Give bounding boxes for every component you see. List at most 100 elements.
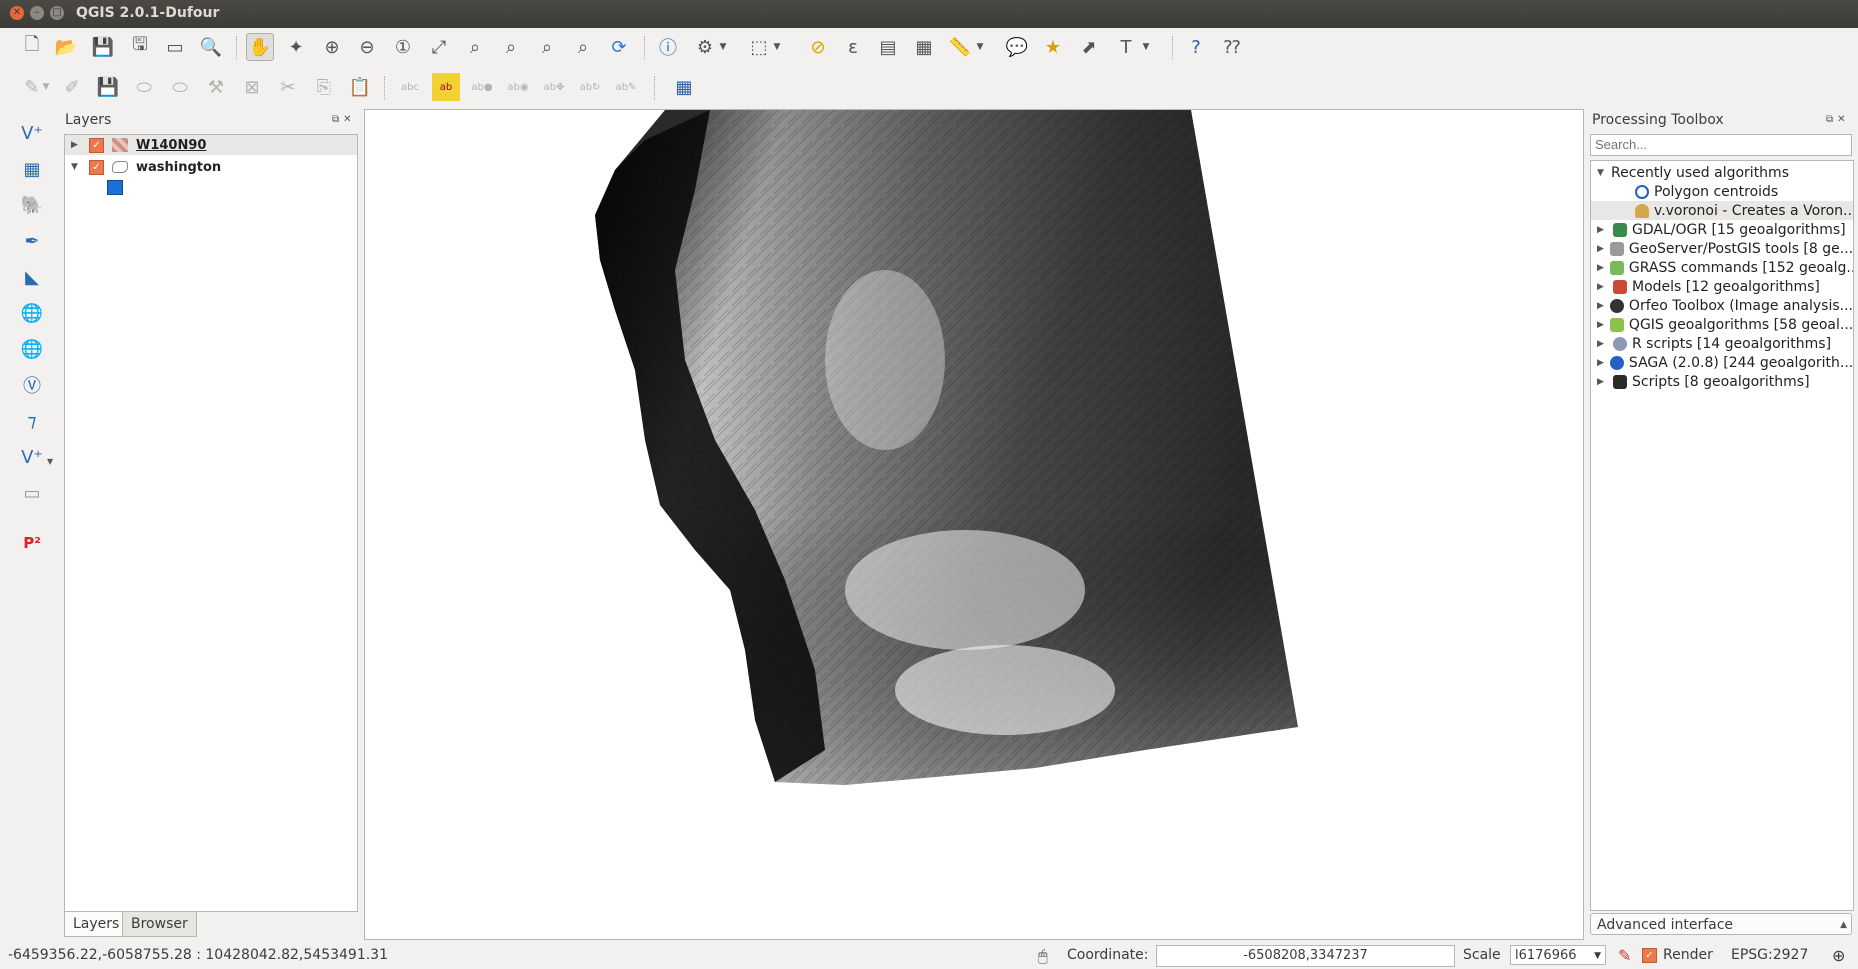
minimize-window-button[interactable]: – xyxy=(30,6,44,20)
identify-features-icon[interactable]: ⓘ xyxy=(654,33,682,61)
add-mssql-layer-icon[interactable]: ◣ xyxy=(16,262,48,292)
select-features-icon[interactable]: ⬚ xyxy=(745,33,773,61)
new-project-icon[interactable]: 🗋 xyxy=(18,33,46,61)
tree-item-gdal[interactable]: ▶ GDAL/OGR [15 geoalgorithms] xyxy=(1591,220,1853,239)
close-window-button[interactable]: ✕ xyxy=(10,6,24,20)
copy-features-icon[interactable]: ⎘ xyxy=(310,73,338,101)
field-calculator-icon[interactable]: ε xyxy=(839,33,867,61)
add-postgis-layer-icon[interactable]: 🐘 xyxy=(16,190,48,220)
new-print-composer-icon[interactable]: ▭ xyxy=(161,33,189,61)
refresh-icon[interactable]: ⟳ xyxy=(605,33,633,61)
new-bookmark-icon[interactable]: ★ xyxy=(1039,33,1067,61)
layer-labeling-icon[interactable]: abc xyxy=(396,73,424,101)
collapse-arrow-icon[interactable]: ▼ xyxy=(71,162,81,172)
tree-item-polygon-centroids[interactable]: Polygon centroids xyxy=(1591,182,1853,201)
composer-manager-icon[interactable]: 🔍 xyxy=(197,33,225,61)
tree-item-qgis[interactable]: ▶ QGIS geoalgorithms [58 geoal... xyxy=(1591,315,1853,334)
layer-visibility-checkbox[interactable]: ✓ xyxy=(89,159,104,175)
layers-tree[interactable]: ▶ ✓ W140N90 ▼ ✓ washington xyxy=(64,134,358,912)
add-feature-icon[interactable]: ⬭ xyxy=(130,73,158,101)
select-dropdown-icon[interactable]: ▼ xyxy=(771,33,783,61)
plugin-p2-icon[interactable]: P² xyxy=(16,528,48,558)
projection-globe-icon[interactable]: ⊕ xyxy=(1832,946,1845,965)
highlight-labels-icon[interactable]: ab xyxy=(432,73,460,101)
measure-line-icon[interactable]: 📏 xyxy=(946,33,974,61)
node-tool-icon[interactable]: ⚒ xyxy=(202,73,230,101)
zoom-full-icon[interactable]: ⤢ xyxy=(425,33,453,61)
current-edits-icon[interactable]: ✐ xyxy=(58,73,86,101)
layer-row-w140n90[interactable]: ▶ ✓ W140N90 xyxy=(65,135,357,155)
new-shapefile-layer-icon[interactable]: V⁺ xyxy=(16,442,48,472)
move-feature-icon[interactable]: ⬭ xyxy=(166,73,194,101)
delete-selected-icon[interactable]: ⊠ xyxy=(238,73,266,101)
tree-item-saga[interactable]: ▶ SAGA (2.0.8) [244 geoalgorith... xyxy=(1591,353,1853,372)
layer-symbol-swatch[interactable] xyxy=(107,180,123,195)
stop-render-icon[interactable]: ✎ xyxy=(1618,946,1631,965)
add-delimited-text-layer-icon[interactable]: ⁊ xyxy=(16,406,48,436)
show-hide-labels-icon[interactable]: ab◉ xyxy=(504,73,532,101)
expand-arrow-icon[interactable]: ▶ xyxy=(1597,301,1604,311)
tree-item-grass[interactable]: ▶ GRASS commands [152 geoalg... xyxy=(1591,258,1853,277)
tree-item-geoserver[interactable]: ▶ GeoServer/PostGIS tools [8 ge... xyxy=(1591,239,1853,258)
add-wcs-layer-icon[interactable]: 🌐 xyxy=(16,334,48,364)
help-contents-icon[interactable]: ? xyxy=(1182,33,1210,61)
save-project-icon[interactable]: 💾 xyxy=(89,33,117,61)
expand-arrow-icon[interactable]: ▶ xyxy=(71,140,81,150)
layer-row-washington[interactable]: ▼ ✓ washington xyxy=(65,157,357,177)
open-project-icon[interactable]: 📂 xyxy=(52,33,80,61)
cut-features-icon[interactable]: ✂ xyxy=(274,73,302,101)
pan-to-selection-icon[interactable]: ✦ xyxy=(282,33,310,61)
layers-dock-buttons[interactable]: ⧉✕ xyxy=(332,114,356,125)
change-label-icon[interactable]: ab✎ xyxy=(612,73,640,101)
edit-dropdown-icon[interactable]: ▼ xyxy=(40,73,52,101)
run-feature-action-icon[interactable]: ⚙ xyxy=(691,33,719,61)
add-vector-layer-icon[interactable]: V⁺ xyxy=(16,118,48,148)
expand-arrow-icon[interactable]: ▶ xyxy=(1597,244,1604,254)
new-layer-dropdown-icon[interactable]: ▼ xyxy=(47,457,53,466)
collapse-arrow-icon[interactable]: ▼ xyxy=(1597,168,1607,178)
crs-status[interactable]: EPSG:2927 xyxy=(1731,947,1808,963)
layer-visibility-checkbox[interactable]: ✓ xyxy=(89,137,104,153)
processing-tree[interactable]: ▼ Recently used algorithms Polygon centr… xyxy=(1590,160,1854,911)
pin-labels-icon[interactable]: ab● xyxy=(468,73,496,101)
tree-item-orfeo[interactable]: ▶ Orfeo Toolbox (Image analysis... xyxy=(1591,296,1853,315)
metasearch-icon[interactable]: ▦ xyxy=(670,73,698,101)
statistical-summary-icon[interactable]: ▦ xyxy=(910,33,938,61)
measure-dropdown-icon[interactable]: ▼ xyxy=(974,33,986,61)
expand-arrow-icon[interactable]: ▶ xyxy=(1597,358,1604,368)
tree-item-recent[interactable]: ▼ Recently used algorithms xyxy=(1591,163,1853,182)
save-as-icon[interactable]: 🖫 xyxy=(126,33,154,61)
zoom-to-selection-icon[interactable]: ⌕ xyxy=(461,33,489,61)
expand-arrow-icon[interactable]: ▶ xyxy=(1597,320,1604,330)
map-tips-icon[interactable]: 💬 xyxy=(1003,33,1031,61)
action-dropdown-icon[interactable]: ▼ xyxy=(717,33,729,61)
tab-browser[interactable]: Browser xyxy=(122,912,197,937)
zoom-in-icon[interactable]: ⊕ xyxy=(318,33,346,61)
coordinate-field[interactable]: -6508208,3347237 xyxy=(1156,945,1455,967)
pan-map-icon[interactable]: ✋ xyxy=(246,33,274,61)
tree-item-v-voronoi[interactable]: v.voronoi - Creates a Voron... xyxy=(1591,201,1853,220)
expand-arrow-icon[interactable]: ▶ xyxy=(1597,225,1607,235)
add-wfs-layer-icon[interactable]: Ⓥ xyxy=(16,370,48,400)
paste-features-icon[interactable]: 📋 xyxy=(346,73,374,101)
annotation-dropdown-icon[interactable]: ▼ xyxy=(1140,33,1152,61)
toggle-extents-icon[interactable]: 🖱 xyxy=(1038,946,1048,966)
map-canvas[interactable] xyxy=(364,109,1584,940)
add-wms-layer-icon[interactable]: 🌐 xyxy=(16,298,48,328)
tree-item-models[interactable]: ▶ Models [12 geoalgorithms] xyxy=(1591,277,1853,296)
processing-search-input[interactable] xyxy=(1590,134,1852,156)
remove-layer-icon[interactable]: ▭ xyxy=(16,478,48,508)
expand-arrow-icon[interactable]: ▶ xyxy=(1597,263,1604,273)
text-annotation-icon[interactable]: T xyxy=(1112,33,1140,61)
expand-arrow-icon[interactable]: ▶ xyxy=(1597,377,1607,387)
tree-item-r-scripts[interactable]: ▶ R scripts [14 geoalgorithms] xyxy=(1591,334,1853,353)
zoom-next-icon[interactable]: ⌕ xyxy=(569,33,597,61)
attribute-table-icon[interactable]: ▤ xyxy=(874,33,902,61)
tree-item-scripts[interactable]: ▶ Scripts [8 geoalgorithms] xyxy=(1591,372,1853,391)
render-checkbox[interactable]: ✓ xyxy=(1642,948,1657,963)
scale-combobox[interactable]: l6176966 ▼ xyxy=(1510,945,1606,965)
tab-layers[interactable]: Layers xyxy=(64,912,129,937)
add-spatialite-layer-icon[interactable]: ✒ xyxy=(16,226,48,256)
zoom-out-icon[interactable]: ⊖ xyxy=(353,33,381,61)
save-edits-icon[interactable]: 💾 xyxy=(94,73,122,101)
